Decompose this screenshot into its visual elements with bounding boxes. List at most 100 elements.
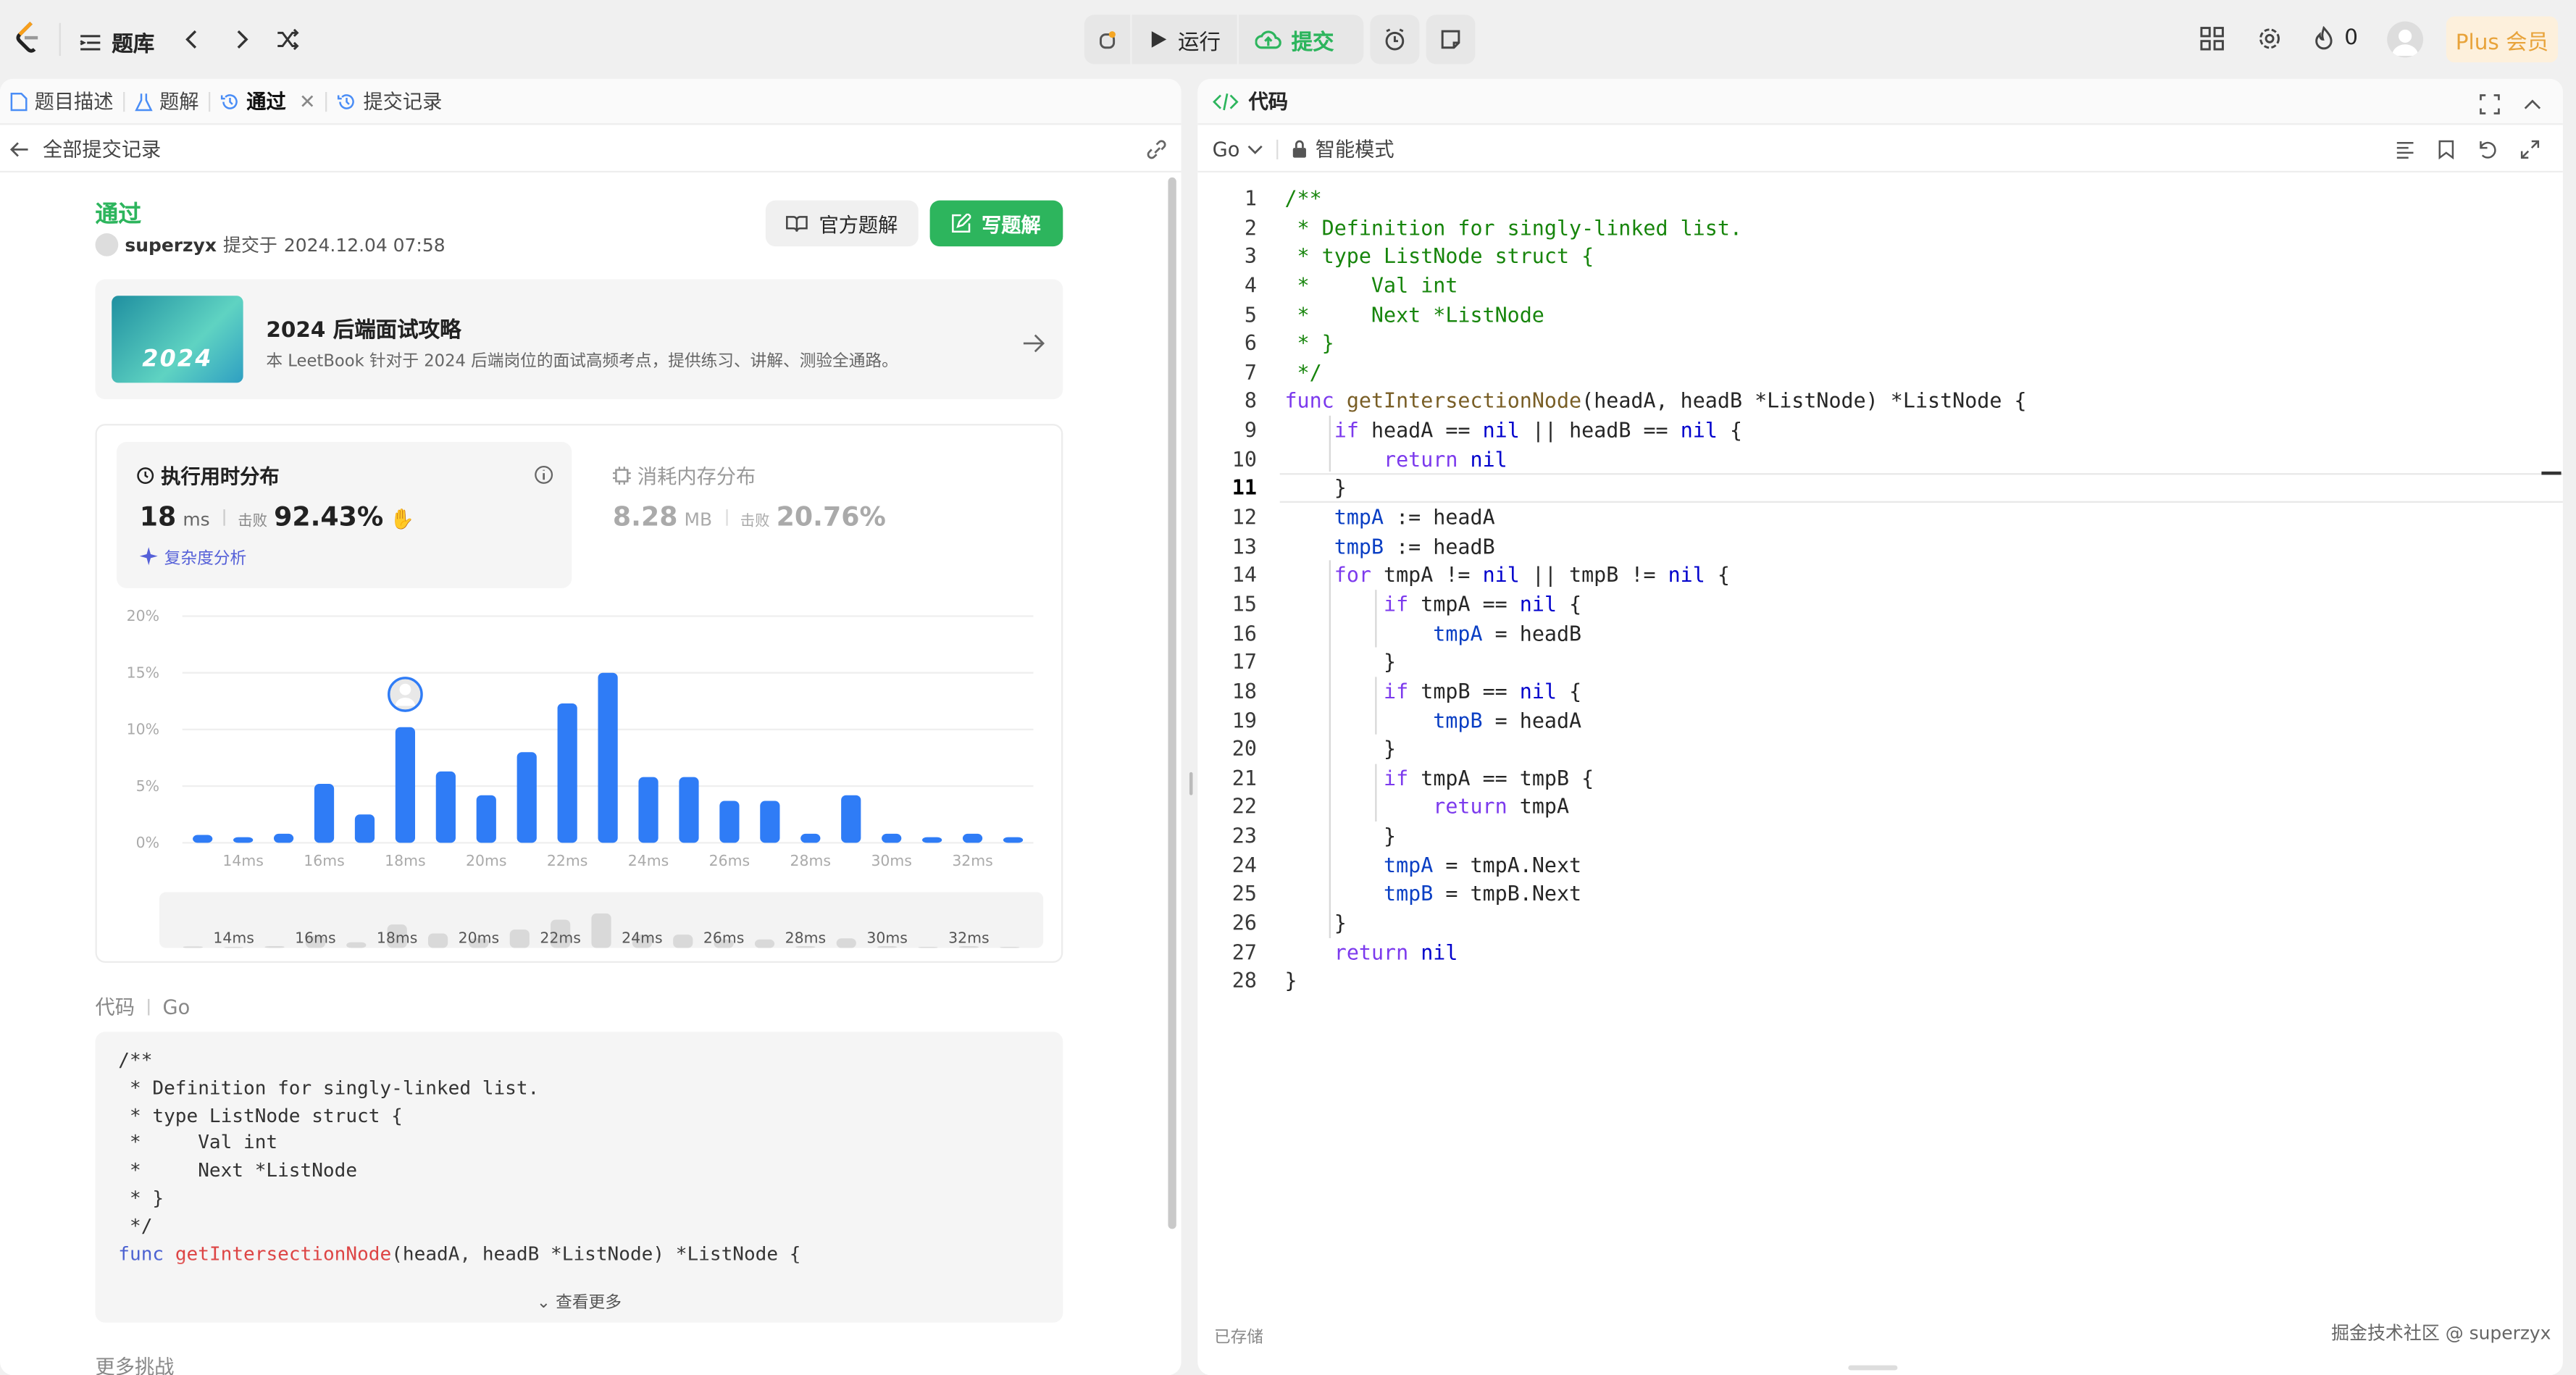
bookmark-button[interactable] — [2438, 140, 2455, 164]
line-number: 5 — [1244, 301, 1257, 327]
info-icon[interactable] — [534, 460, 553, 491]
next-problem-button[interactable] — [230, 26, 254, 57]
code-line: } — [1284, 823, 1397, 848]
prev-problem-button[interactable] — [180, 26, 204, 57]
format-button[interactable] — [2396, 140, 2415, 164]
bar[interactable] — [760, 801, 780, 843]
back-to-submissions[interactable]: 全部提交记录 — [9, 135, 161, 163]
bar[interactable] — [638, 777, 658, 843]
fullscreen-button[interactable] — [2479, 91, 2500, 122]
history-icon — [338, 93, 355, 109]
official-solution-button[interactable]: 官方题解 — [765, 200, 919, 247]
plus-membership-button[interactable]: Plus 会员 — [2446, 16, 2559, 63]
random-problem-button[interactable] — [276, 26, 301, 57]
problem-bank-button[interactable]: 题库 — [79, 26, 154, 57]
code-line: tmpA := headA — [1334, 504, 1495, 530]
tab-accepted[interactable]: 通过 ✕ — [210, 79, 325, 124]
stats-card: 执行用时分布 18 ms 击败 92.43% ✋ 复杂度分析 消耗内存分布 8.… — [95, 424, 1065, 964]
avatar[interactable] — [2387, 21, 2424, 58]
line-number: 22 — [1231, 794, 1257, 819]
status-accepted: 通过 — [95, 201, 142, 229]
top-bar: 题库 运行 提交 0 Plus 会员 — [0, 0, 2576, 79]
layout-button[interactable] — [2200, 26, 2225, 57]
line-number: 24 — [1231, 852, 1257, 877]
notes-button[interactable] — [1426, 14, 1476, 64]
language-select[interactable]: Go — [1213, 137, 1263, 160]
bar[interactable] — [273, 833, 294, 843]
bookmark-icon — [2438, 140, 2454, 160]
bar[interactable] — [517, 752, 537, 843]
tab-solutions[interactable]: 题解 — [125, 79, 209, 124]
code-line: } — [1284, 475, 1347, 501]
maximize-editor-button[interactable] — [2520, 140, 2540, 164]
debug-button[interactable] — [1084, 14, 1131, 64]
see-more-button[interactable]: ⌄ 查看更多 — [96, 1288, 1063, 1313]
runtime-box[interactable]: 执行用时分布 18 ms 击败 92.43% ✋ 复杂度分析 — [117, 442, 572, 588]
bar[interactable] — [233, 837, 254, 843]
bar[interactable] — [841, 795, 861, 843]
bar[interactable] — [314, 784, 335, 843]
bar[interactable] — [435, 771, 456, 843]
bug-icon — [1099, 31, 1116, 49]
copy-link-button[interactable] — [1145, 140, 1168, 164]
username[interactable]: superzyx — [125, 234, 217, 255]
tab-description-label: 题目描述 — [34, 90, 114, 114]
submit-button[interactable]: 提交 — [1239, 14, 1350, 64]
complexity-analysis-link[interactable]: 复杂度分析 — [139, 544, 246, 569]
minimap-bar — [1000, 946, 1020, 948]
bar[interactable] — [193, 835, 213, 843]
code-line: tmpA = headB — [1433, 620, 1582, 645]
y-tick-label: 5% — [136, 777, 159, 795]
timer-button[interactable] — [1370, 14, 1420, 64]
bar[interactable] — [679, 777, 699, 843]
bar[interactable] — [354, 814, 375, 843]
code-editor[interactable]: /** * Definition for singly-linked list.… — [1284, 184, 2026, 995]
bar[interactable] — [395, 727, 416, 843]
settings-button[interactable] — [2257, 26, 2282, 57]
layout-grid-icon — [2200, 27, 2224, 51]
bar[interactable] — [882, 833, 902, 843]
flame-icon — [2315, 26, 2333, 50]
minimap-label: 20ms — [459, 929, 499, 947]
x-tick-label: 18ms — [385, 852, 425, 869]
write-solution-button[interactable]: 写题解 — [929, 200, 1063, 247]
smart-mode-toggle[interactable]: 智能模式 — [1291, 135, 1394, 163]
minimap-bar — [673, 935, 693, 948]
bar[interactable] — [557, 703, 577, 843]
panel-resizer[interactable] — [1189, 772, 1193, 795]
y-tick-label: 0% — [136, 834, 159, 851]
code-preview: /** * Definition for singly-linked list.… — [95, 1032, 1063, 1323]
left-scrollbar[interactable] — [1168, 177, 1176, 1229]
bar[interactable] — [800, 833, 821, 843]
memory-box[interactable]: 消耗内存分布 8.28 MB 击败 20.76% — [593, 442, 1045, 588]
line-number: 6 — [1244, 330, 1257, 356]
resize-handle[interactable] — [1848, 1365, 1898, 1371]
streak-button[interactable]: 0 — [2313, 26, 2358, 51]
flask-icon — [135, 93, 153, 111]
user-avatar[interactable] — [95, 233, 119, 256]
line-number: 27 — [1231, 939, 1257, 964]
run-button[interactable]: 运行 — [1132, 14, 1237, 64]
bar[interactable] — [1003, 837, 1024, 843]
bar[interactable] — [719, 801, 740, 843]
close-tab-icon[interactable]: ✕ — [299, 90, 316, 113]
tab-description[interactable]: 题目描述 — [0, 79, 123, 124]
tab-submissions-label: 提交记录 — [363, 90, 443, 114]
bar[interactable] — [922, 837, 942, 843]
leetcode-logo[interactable] — [13, 20, 43, 62]
bar[interactable] — [598, 672, 618, 843]
reset-code-button[interactable] — [2477, 140, 2497, 164]
bar[interactable] — [476, 795, 496, 843]
collapse-button[interactable] — [2522, 91, 2543, 122]
list-icon — [80, 34, 101, 50]
bar[interactable] — [962, 833, 983, 843]
tab-submissions[interactable]: 提交记录 — [327, 79, 452, 124]
chevron-up-icon — [2524, 99, 2541, 109]
minimap-label: 28ms — [785, 929, 826, 947]
chip-icon — [612, 467, 631, 485]
leetbook-card[interactable]: 2024 2024 后端面试攻略 本 LeetBook 针对于 2024 后端岗… — [95, 279, 1063, 400]
editor-tab[interactable]: 代码 — [1213, 87, 1288, 115]
runtime-distribution-chart[interactable]: 20% 15% 10% 5% 0% 14ms 16ms 18ms 20ms 22ms 24ms 26m… — [97, 590, 1065, 964]
line-number: 21 — [1231, 765, 1257, 790]
preview-code-line: /** — [118, 1048, 153, 1071]
